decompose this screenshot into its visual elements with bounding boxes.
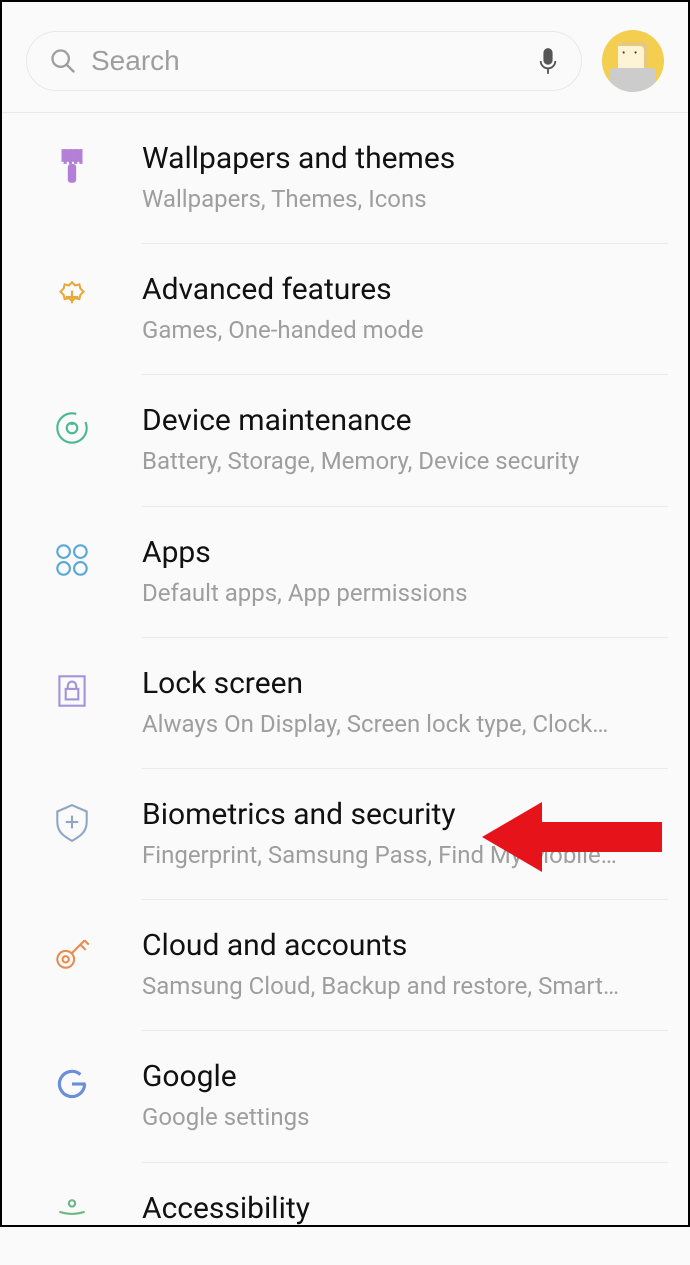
settings-item-cloud[interactable]: Cloud and accounts Samsung Cloud, Backup … [2,900,688,1031]
search-input[interactable] [91,45,537,77]
item-title: Wallpapers and themes [142,141,638,176]
item-sub: Wallpapers, Themes, Icons [142,184,638,215]
brush-icon [51,145,93,187]
refresh-icon [51,407,93,449]
search-bar[interactable] [26,31,582,91]
apps-icon [51,539,93,581]
item-sub: Fingerprint, Samsung Pass, Find My Mobil… [142,840,638,871]
item-sub: Default apps, App permissions [142,578,638,609]
mic-icon[interactable] [537,46,559,76]
profile-avatar[interactable] [602,30,664,92]
item-sub: Google settings [142,1102,638,1133]
item-sub: Games, One-handed mode [142,315,638,346]
item-title: Accessibility [142,1191,638,1226]
gear-plus-icon [51,276,93,318]
item-sub: Battery, Storage, Memory, Device securit… [142,446,638,477]
accessibility-icon [51,1195,93,1237]
item-title: Cloud and accounts [142,928,638,963]
settings-item-biometrics[interactable]: Biometrics and security Fingerprint, Sams… [2,769,688,900]
item-title: Lock screen [142,666,638,701]
search-icon [49,47,77,75]
item-title: Apps [142,535,638,570]
item-title: Google [142,1059,638,1094]
item-title: Biometrics and security [142,797,638,832]
google-icon [51,1063,93,1105]
item-sub: Always On Display, Screen lock type, Clo… [142,709,638,740]
item-title: Device maintenance [142,403,638,438]
settings-item-apps[interactable]: Apps Default apps, App permissions [2,507,688,638]
settings-item-accessibility[interactable]: Accessibility [2,1163,688,1265]
key-icon [51,932,93,974]
settings-item-lockscreen[interactable]: Lock screen Always On Display, Screen loc… [2,638,688,769]
settings-item-wallpapers[interactable]: Wallpapers and themes Wallpapers, Themes,… [2,113,688,244]
settings-item-maintenance[interactable]: Device maintenance Battery, Storage, Memo… [2,375,688,506]
header [2,2,688,113]
item-title: Advanced features [142,272,638,307]
shield-icon [51,801,93,843]
item-sub: Samsung Cloud, Backup and restore, Smart… [142,971,638,1002]
settings-item-google[interactable]: Google Google settings [2,1031,688,1162]
settings-item-advanced[interactable]: Advanced features Games, One-handed mode [2,244,688,375]
settings-list: Wallpapers and themes Wallpapers, Themes,… [2,113,688,1265]
lock-icon [51,670,93,712]
